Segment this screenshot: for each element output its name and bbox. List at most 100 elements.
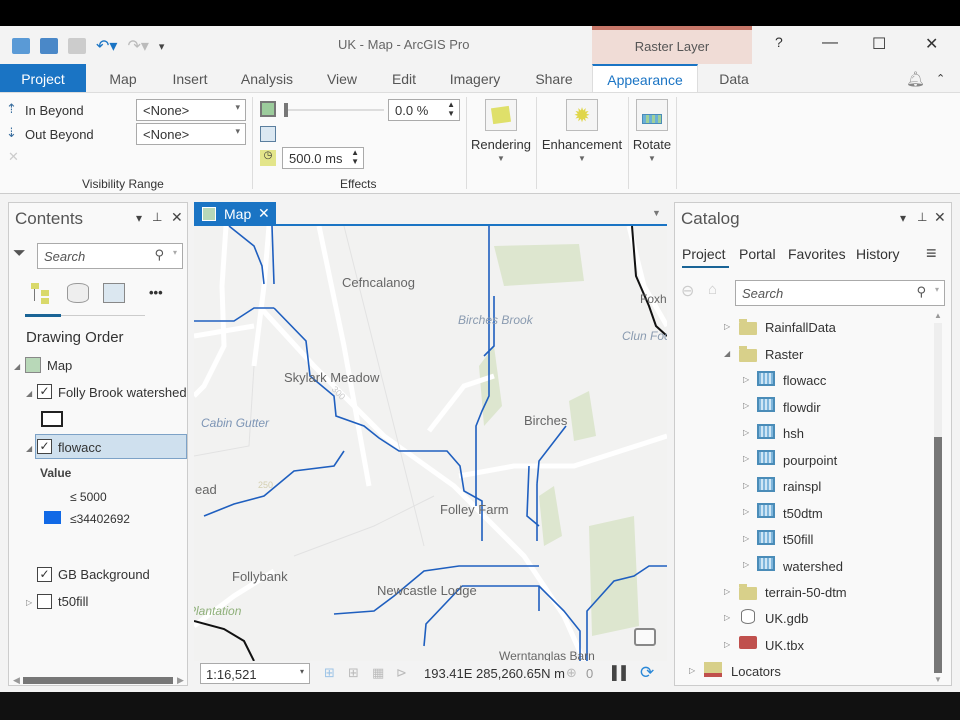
close-button[interactable]: ✕ [925,34,938,54]
in-beyond-dropdown[interactable]: <None> ▾ [136,99,246,121]
tab-view[interactable]: View [320,64,364,92]
layer-flowacc[interactable]: flowacc [58,440,101,455]
rotate-button[interactable]: Rotate ▼ [630,99,674,163]
expand-toggle-icon[interactable]: ◢ [26,444,32,453]
tab-edit[interactable]: Edit [384,64,424,92]
flicker-rate-spinner[interactable]: 500.0 ms ▲ ▼ [282,147,364,169]
clear-range-icon[interactable]: ✕ [8,149,24,165]
back-icon[interactable]: ⊖ [681,281,694,301]
slider-thumb[interactable] [284,103,288,117]
horizontal-scrollbar[interactable] [23,677,173,684]
tab-data[interactable]: Data [712,64,756,92]
expand-toggle-icon[interactable]: ▷ [743,534,749,543]
catalog-tab-portal[interactable]: Portal [739,246,776,262]
table-icon[interactable]: ▦ [372,665,384,681]
tab-share[interactable]: Share [530,64,578,92]
notifications-bell-icon[interactable]: 🔔︎ [906,70,925,88]
open-project-icon[interactable] [40,38,58,54]
flowacc-visibility-checkbox[interactable]: ✓ [37,439,52,454]
pin-icon[interactable]: ⊥ [917,210,927,224]
scroll-left-arrow[interactable]: ◀ [13,675,20,686]
catalog-search-input[interactable]: Search ⚲ ▾ [735,280,945,306]
tab-analysis[interactable]: Analysis [236,64,298,92]
tab-appearance[interactable]: Appearance [592,64,698,94]
map-legend-toggle-icon[interactable] [634,628,656,646]
t50fill-visibility-checkbox[interactable] [37,594,52,609]
catalog-item-raster-4[interactable]: rainspl [783,479,821,494]
transparency-spinner[interactable]: 0.0 % ▲ ▼ [388,99,460,121]
expand-toggle-icon[interactable]: ▷ [743,560,749,569]
rendering-button[interactable]: Rendering ▼ [470,99,532,163]
catalog-item-terrain[interactable]: terrain-50-dtm [765,585,847,600]
grid-icon[interactable]: ⊞ [348,665,359,681]
swipe-icon[interactable] [260,126,276,142]
tab-map[interactable]: Map [100,64,146,92]
pane-options-icon[interactable]: ▾ [900,211,906,225]
snapping-icon[interactable]: ⊞ [324,665,335,681]
undo-icon[interactable]: ↶▾ [96,36,117,56]
layer-gb-background[interactable]: GB Background [58,567,150,582]
layer-t50fill[interactable]: t50fill [58,594,88,609]
scale-dropdown[interactable]: 1:16,521 ▾ [200,663,310,684]
expand-toggle-icon[interactable]: ▷ [743,428,749,437]
tab-insert[interactable]: Insert [166,64,214,92]
vertical-scrollbar[interactable] [934,437,942,673]
flicker-icon[interactable]: ◷ [260,150,276,166]
catalog-tab-history[interactable]: History [856,246,900,262]
home-icon[interactable]: ⌂ [708,281,717,298]
redo-icon[interactable]: ↷▾ [127,36,148,56]
expand-toggle-icon[interactable]: ▷ [743,481,749,490]
hamburger-menu-icon[interactable]: ≡ [926,243,937,264]
gb-background-visibility-checkbox[interactable]: ✓ [37,567,52,582]
transparency-slider[interactable] [284,103,384,117]
expand-toggle-icon[interactable]: ▷ [724,613,730,622]
list-by-selection-tab[interactable] [103,283,125,303]
expand-toggle-icon[interactable]: ▷ [743,375,749,384]
pane-options-icon[interactable]: ▾ [136,211,142,225]
list-by-drawing-order-tab[interactable] [29,281,55,305]
spin-arrows-icon[interactable]: ▲ ▼ [351,148,359,166]
tab-project[interactable]: Project [0,64,86,92]
expand-toggle-icon[interactable]: ▷ [724,322,730,331]
expand-toggle-icon[interactable]: ◢ [14,362,20,371]
out-beyond-dropdown[interactable]: <None> ▾ [136,123,246,145]
layer-folly-brook-watershed[interactable]: Folly Brook watershed [58,385,187,400]
pin-icon[interactable]: ⊥ [152,210,162,224]
expand-toggle-icon[interactable]: ▷ [743,454,749,463]
catalog-item-raster-2[interactable]: hsh [783,426,804,441]
catalog-item-raster-7[interactable]: watershed [783,559,843,574]
scroll-down-arrow[interactable]: ▼ [934,675,942,684]
folly-brook-visibility-checkbox[interactable]: ✓ [37,384,52,399]
save-project-icon[interactable] [68,38,86,54]
search-icon[interactable]: ⚲ [916,284,926,300]
selected-features-icon[interactable]: ⊕ [566,665,577,681]
expand-toggle-icon[interactable]: ▷ [689,666,695,675]
catalog-item-rainfalldata[interactable]: RainfallData [765,320,836,335]
catalog-item-raster[interactable]: Raster [765,347,803,362]
catalog-item-raster-5[interactable]: t50dtm [783,506,823,521]
catalog-item-raster-6[interactable]: t50fill [783,532,813,547]
tab-imagery[interactable]: Imagery [444,64,506,92]
refresh-icon[interactable]: ⟳ [640,663,654,683]
scroll-right-arrow[interactable]: ▶ [177,675,184,686]
new-project-icon[interactable] [12,38,30,54]
layer-map[interactable]: Map [47,358,72,373]
expand-toggle-icon[interactable]: ▷ [743,507,749,516]
maximize-button[interactable]: ☐ [872,34,886,54]
catalog-item-raster-3[interactable]: pourpoint [783,453,837,468]
expand-toggle-icon[interactable]: ▷ [26,598,32,607]
filter-icon[interactable]: ⏷ [13,245,26,263]
catalog-item-locators[interactable]: Locators [731,664,781,679]
minimize-button[interactable]: — [822,34,838,52]
expand-toggle-icon[interactable]: ▷ [724,587,730,596]
pause-drawing-button[interactable]: ▌▌ [612,665,630,680]
search-icon[interactable]: ⚲ [154,247,164,263]
expand-toggle-icon[interactable]: ▷ [743,401,749,410]
list-by-source-tab[interactable] [67,283,89,303]
map-canvas[interactable]: Cefncalanog Birches Brook Foxh Clun Foo … [194,226,667,661]
constraints-icon[interactable]: ⊳ [396,665,407,681]
tab-map-view[interactable]: Map ✕ [194,202,276,226]
help-button[interactable]: ? [775,34,783,50]
more-options-button[interactable]: ••• [149,285,163,300]
scroll-up-arrow[interactable]: ▲ [934,311,942,320]
